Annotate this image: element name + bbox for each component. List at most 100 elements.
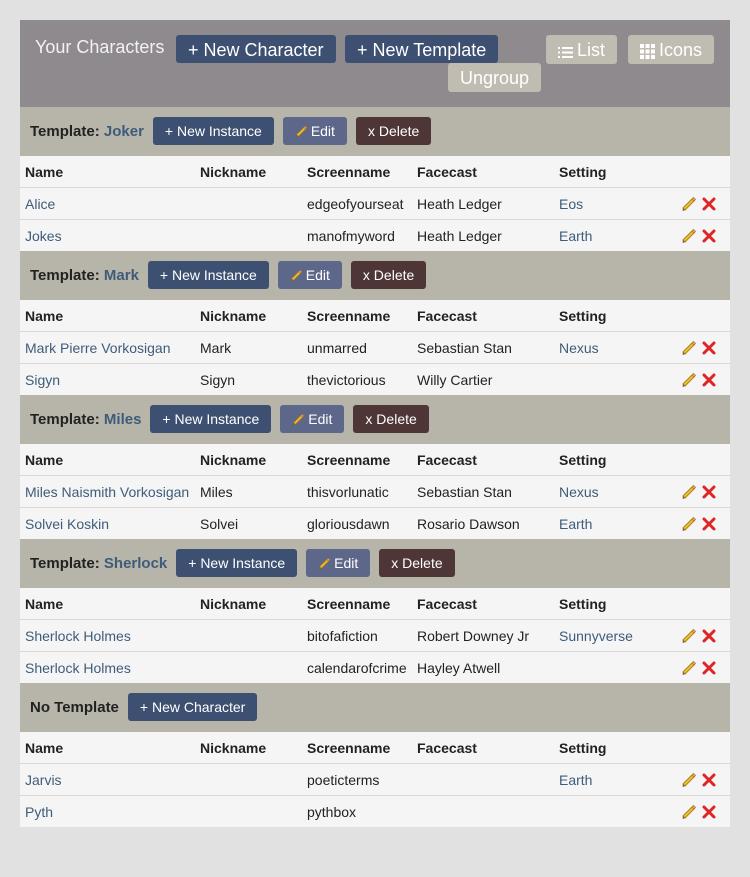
template-prefix: Template: <box>30 555 104 572</box>
cell-actions <box>654 619 730 652</box>
table-header-row: Name Nickname Screenname Facecast Setting <box>20 300 730 332</box>
edit-template-button[interactable]: Edit <box>277 261 342 289</box>
new-character-button[interactable]: + New Character <box>176 35 336 63</box>
new-instance-label: + New Instance <box>162 411 260 427</box>
column-header-screenname: Screenname <box>302 444 412 476</box>
cell-setting <box>554 651 654 683</box>
edit-pencil-icon[interactable] <box>681 228 697 244</box>
edit-label: Edit <box>305 267 330 283</box>
character-name-link[interactable]: Jarvis <box>25 772 62 788</box>
setting-link[interactable]: Earth <box>559 516 592 532</box>
character-name-link[interactable]: Alice <box>25 196 55 212</box>
table-row: Jokes manofmyword Heath Ledger Earth <box>20 219 730 251</box>
edit-pencil-icon[interactable] <box>681 804 697 820</box>
edit-template-button[interactable]: Edit <box>282 117 347 145</box>
new-instance-button[interactable]: + New Instance <box>150 405 272 433</box>
cell-nickname: Mark <box>195 331 302 364</box>
cell-facecast: Heath Ledger <box>412 219 554 251</box>
page-title: Your Characters <box>35 37 165 57</box>
cell-screenname: thisvorlunatic <box>302 475 412 508</box>
list-view-button[interactable]: List <box>546 35 618 64</box>
cell-facecast <box>412 795 554 827</box>
column-header-name: Name <box>20 156 195 188</box>
character-name-link[interactable]: Sherlock Holmes <box>25 660 131 676</box>
setting-link[interactable]: Earth <box>559 228 592 244</box>
edit-pencil-icon[interactable] <box>681 196 697 212</box>
delete-x-icon[interactable] <box>701 372 717 388</box>
cell-facecast: Sebastian Stan <box>412 331 554 364</box>
character-name-link[interactable]: Solvei Koskin <box>25 516 109 532</box>
delete-x-icon[interactable] <box>701 228 717 244</box>
delete-x-icon[interactable] <box>701 660 717 676</box>
cell-screenname: poeticterms <box>302 763 412 796</box>
edit-pencil-icon[interactable] <box>681 660 697 676</box>
edit-template-button[interactable]: Edit <box>280 405 345 433</box>
pencil-icon <box>290 268 303 282</box>
ungroup-button[interactable]: Ungroup <box>448 63 542 92</box>
template-groups: Template: Joker + New Instance Edit x Delet… <box>20 107 730 683</box>
new-instance-button[interactable]: + New Instance <box>176 549 298 577</box>
column-header-name: Name <box>20 588 195 620</box>
template-name-link[interactable]: Miles <box>104 411 142 428</box>
new-instance-button[interactable]: + New Instance <box>152 117 274 145</box>
edit-pencil-icon[interactable] <box>681 340 697 356</box>
setting-link[interactable]: Eos <box>559 196 583 212</box>
new-instance-button[interactable]: + New Instance <box>147 261 269 289</box>
list-view-label: List <box>577 40 606 60</box>
edit-pencil-icon[interactable] <box>681 772 697 788</box>
edit-template-button[interactable]: Edit <box>306 549 371 577</box>
characters-table: Name Nickname Screenname Facecast Setting Mil… <box>20 444 730 539</box>
template-name-link[interactable]: Sherlock <box>104 555 167 572</box>
character-name-link[interactable]: Miles Naismith Vorkosigan <box>25 484 189 500</box>
delete-x-icon[interactable] <box>701 196 717 212</box>
column-header-name: Name <box>20 300 195 332</box>
column-header-setting: Setting <box>554 156 654 188</box>
column-header-facecast: Facecast <box>412 156 554 188</box>
cell-name: Jarvis <box>20 763 195 796</box>
characters-table: Name Nickname Screenname Facecast Setting Ali… <box>20 156 730 251</box>
column-header-setting: Setting <box>554 732 654 764</box>
delete-x-icon[interactable] <box>701 340 717 356</box>
template-prefix: Template: <box>30 123 104 140</box>
setting-link[interactable]: Earth <box>559 772 592 788</box>
delete-x-icon[interactable] <box>701 484 717 500</box>
new-template-button[interactable]: + New Template <box>345 35 499 63</box>
table-row: Mark Pierre Vorkosigan Mark unmarred Sebast… <box>20 331 730 364</box>
template-name-link[interactable]: Joker <box>104 123 144 140</box>
no-template-header: No Template + New Character <box>20 683 730 732</box>
setting-link[interactable]: Nexus <box>559 340 599 356</box>
delete-template-button[interactable]: x Delete <box>379 549 455 577</box>
column-header-name: Name <box>20 444 195 476</box>
character-name-link[interactable]: Jokes <box>25 228 62 244</box>
character-name-link[interactable]: Mark Pierre Vorkosigan <box>25 340 171 356</box>
column-header-setting: Setting <box>554 444 654 476</box>
setting-link[interactable]: Nexus <box>559 484 599 500</box>
template-name-link[interactable]: Mark <box>104 267 139 284</box>
delete-x-icon[interactable] <box>701 516 717 532</box>
character-name-link[interactable]: Sigyn <box>25 372 60 388</box>
edit-pencil-icon[interactable] <box>681 516 697 532</box>
new-character-inline-button[interactable]: + New Character <box>127 693 258 721</box>
character-name-link[interactable]: Sherlock Holmes <box>25 628 131 644</box>
cell-screenname: unmarred <box>302 331 412 364</box>
cell-screenname: calendarofcrime <box>302 651 412 683</box>
cell-name: Jokes <box>20 219 195 251</box>
column-header-facecast: Facecast <box>412 588 554 620</box>
edit-pencil-icon[interactable] <box>681 372 697 388</box>
delete-template-button[interactable]: x Delete <box>353 405 429 433</box>
edit-pencil-icon[interactable] <box>681 628 697 644</box>
delete-template-button[interactable]: x Delete <box>355 117 432 145</box>
setting-link[interactable]: Sunnyverse <box>559 628 633 644</box>
delete-x-icon[interactable] <box>701 804 717 820</box>
table-row: Jarvis poeticterms Earth <box>20 763 730 796</box>
delete-x-icon[interactable] <box>701 628 717 644</box>
delete-x-icon[interactable] <box>701 772 717 788</box>
delete-template-button[interactable]: x Delete <box>350 261 427 289</box>
edit-pencil-icon[interactable] <box>681 484 697 500</box>
template-header: Template: Miles + New Instance Edit x Delet… <box>20 395 730 444</box>
icons-view-button[interactable]: Icons <box>628 35 715 64</box>
edit-label: Edit <box>308 411 333 427</box>
cell-name: Sherlock Holmes <box>20 651 195 683</box>
column-header-nickname: Nickname <box>195 300 302 332</box>
character-name-link[interactable]: Pyth <box>25 804 53 820</box>
